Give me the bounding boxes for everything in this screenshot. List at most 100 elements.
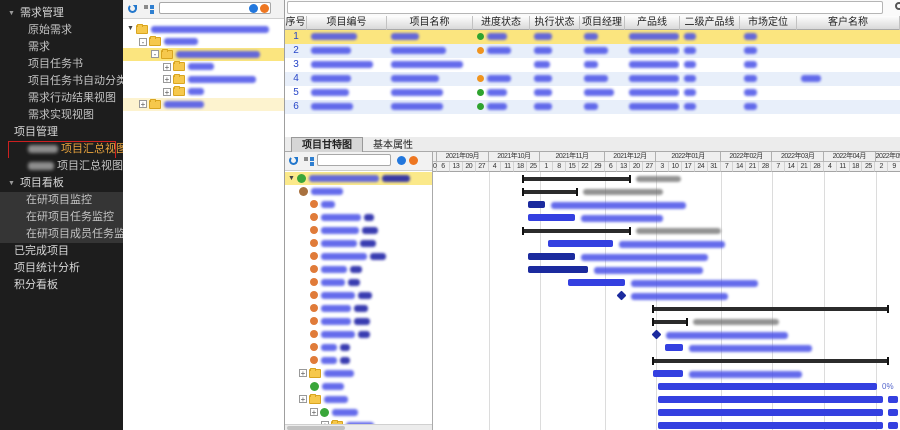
- milestone-marker[interactable]: [651, 329, 662, 340]
- tree-node[interactable]: +: [123, 73, 284, 86]
- task-bar[interactable]: [658, 409, 883, 416]
- hierarchy-icon[interactable]: [304, 157, 314, 166]
- sidebar-group-2[interactable]: ▼ 项目看板: [0, 175, 123, 192]
- summary-bar[interactable]: [522, 175, 631, 183]
- sidebar-group-1[interactable]: 项目管理: [0, 124, 123, 141]
- expander-icon[interactable]: +: [139, 100, 147, 109]
- expander-icon[interactable]: +: [163, 75, 171, 84]
- task-bar[interactable]: [653, 370, 683, 377]
- table-row[interactable]: 3: [285, 58, 900, 72]
- tab-properties[interactable]: 基本属性: [363, 138, 423, 153]
- gantt-tree-row[interactable]: [285, 263, 432, 276]
- task-bar-segment[interactable]: [888, 422, 898, 429]
- gantt-search-input[interactable]: [317, 154, 391, 166]
- table-row[interactable]: 2: [285, 44, 900, 58]
- column-header[interactable]: 市场定位: [740, 16, 797, 30]
- sidebar-group-4[interactable]: 项目统计分析: [0, 260, 123, 277]
- gantt-tree-row[interactable]: [285, 380, 432, 393]
- gantt-tree-row[interactable]: [285, 211, 432, 224]
- task-bar[interactable]: [548, 240, 613, 247]
- table-filter-input[interactable]: [287, 1, 883, 14]
- gantt-tree-row[interactable]: ▼: [285, 172, 432, 185]
- task-bar[interactable]: [665, 344, 683, 351]
- expander-icon[interactable]: +: [163, 62, 171, 71]
- gantt-tree-row[interactable]: [285, 185, 432, 198]
- hierarchy-icon[interactable]: [144, 5, 154, 14]
- search-icon[interactable]: [895, 2, 900, 10]
- expander-icon[interactable]: +: [310, 408, 318, 417]
- column-header[interactable]: 进度状态: [473, 16, 530, 30]
- gantt-tree-row[interactable]: [285, 276, 432, 289]
- milestone-marker[interactable]: [616, 290, 627, 301]
- gantt-tree-row[interactable]: [285, 354, 432, 367]
- task-bar-segment[interactable]: [888, 409, 898, 416]
- tree-node[interactable]: -: [123, 48, 284, 61]
- gantt-tree-row[interactable]: [285, 289, 432, 302]
- sidebar-item[interactable]: 在研项目监控: [0, 192, 123, 209]
- column-header[interactable]: 项目经理: [580, 16, 625, 30]
- gantt-tree-row[interactable]: [285, 315, 432, 328]
- gantt-tree-row[interactable]: [285, 198, 432, 211]
- column-header[interactable]: 产品线: [625, 16, 680, 30]
- refresh-icon[interactable]: [289, 156, 298, 165]
- table-row[interactable]: 5: [285, 86, 900, 100]
- task-bar[interactable]: [528, 266, 588, 273]
- tree-node[interactable]: ▼: [123, 23, 284, 36]
- tab-gantt[interactable]: 项目甘特图: [291, 137, 363, 152]
- sidebar-item[interactable]: 项目任务书自动分类: [0, 73, 123, 90]
- summary-bar[interactable]: [652, 305, 889, 313]
- gantt-tree-row[interactable]: +: [285, 406, 432, 419]
- sidebar-item[interactable]: 需求实现视图: [0, 107, 123, 124]
- sidebar-item[interactable]: 在研项目任务监控: [0, 209, 123, 226]
- task-bar[interactable]: [658, 422, 883, 429]
- column-header[interactable]: 客户名称: [797, 16, 900, 30]
- column-header[interactable]: 二级产品线: [680, 16, 740, 30]
- sidebar-group-3[interactable]: 已完成项目: [0, 243, 123, 260]
- task-bar[interactable]: [528, 214, 575, 221]
- sidebar-item[interactable]: 原始需求: [0, 22, 123, 39]
- table-row[interactable]: 1: [285, 30, 900, 44]
- search-confirm-icon[interactable]: [249, 4, 258, 13]
- search-confirm-icon[interactable]: [397, 156, 406, 165]
- sidebar-group-0[interactable]: ▼ 需求管理: [0, 5, 123, 22]
- gantt-tree-row[interactable]: [285, 237, 432, 250]
- gantt-tree-row[interactable]: +: [285, 393, 432, 406]
- summary-bar[interactable]: [522, 188, 578, 196]
- expander-icon[interactable]: -: [139, 37, 147, 46]
- task-bar[interactable]: [528, 253, 575, 260]
- table-row[interactable]: 6: [285, 100, 900, 114]
- gantt-tree-row[interactable]: [285, 250, 432, 263]
- refresh-icon[interactable]: [128, 4, 137, 13]
- expander-icon[interactable]: +: [299, 395, 307, 404]
- gantt-tree-row[interactable]: [285, 328, 432, 341]
- sidebar-item[interactable]: 项目汇总视图: [0, 158, 123, 175]
- task-bar[interactable]: [528, 201, 545, 208]
- search-clear-icon[interactable]: [409, 156, 418, 165]
- sidebar-item[interactable]: 在研项目成员任务监控: [0, 226, 123, 243]
- task-bar[interactable]: [568, 279, 625, 286]
- horizontal-scrollbar[interactable]: [285, 424, 432, 430]
- gantt-tree-row[interactable]: [285, 302, 432, 315]
- table-row[interactable]: 4: [285, 72, 900, 86]
- gantt-tree-row[interactable]: [285, 224, 432, 237]
- tree-node[interactable]: -: [123, 36, 284, 49]
- expander-icon[interactable]: -: [151, 50, 159, 59]
- expander-icon[interactable]: +: [163, 87, 171, 96]
- summary-bar[interactable]: [652, 318, 688, 326]
- gantt-tree-row[interactable]: [285, 341, 432, 354]
- sidebar-item[interactable]: 项目汇总视图: [0, 141, 123, 158]
- task-bar-segment[interactable]: [888, 396, 898, 403]
- column-header[interactable]: 执行状态: [530, 16, 580, 30]
- gantt-tree-row[interactable]: +: [285, 367, 432, 380]
- column-header[interactable]: 项目名称: [387, 16, 473, 30]
- tree-node[interactable]: +: [123, 98, 284, 111]
- task-bar[interactable]: [658, 383, 877, 390]
- sidebar-group-5[interactable]: 积分看板: [0, 277, 123, 294]
- sidebar-item[interactable]: 需求: [0, 39, 123, 56]
- summary-bar[interactable]: [522, 227, 631, 235]
- summary-bar[interactable]: [652, 357, 889, 365]
- column-header[interactable]: 序号: [285, 16, 307, 30]
- task-bar[interactable]: [658, 396, 883, 403]
- sidebar-item[interactable]: 需求行动结果视图: [0, 90, 123, 107]
- expander-icon[interactable]: +: [299, 369, 307, 378]
